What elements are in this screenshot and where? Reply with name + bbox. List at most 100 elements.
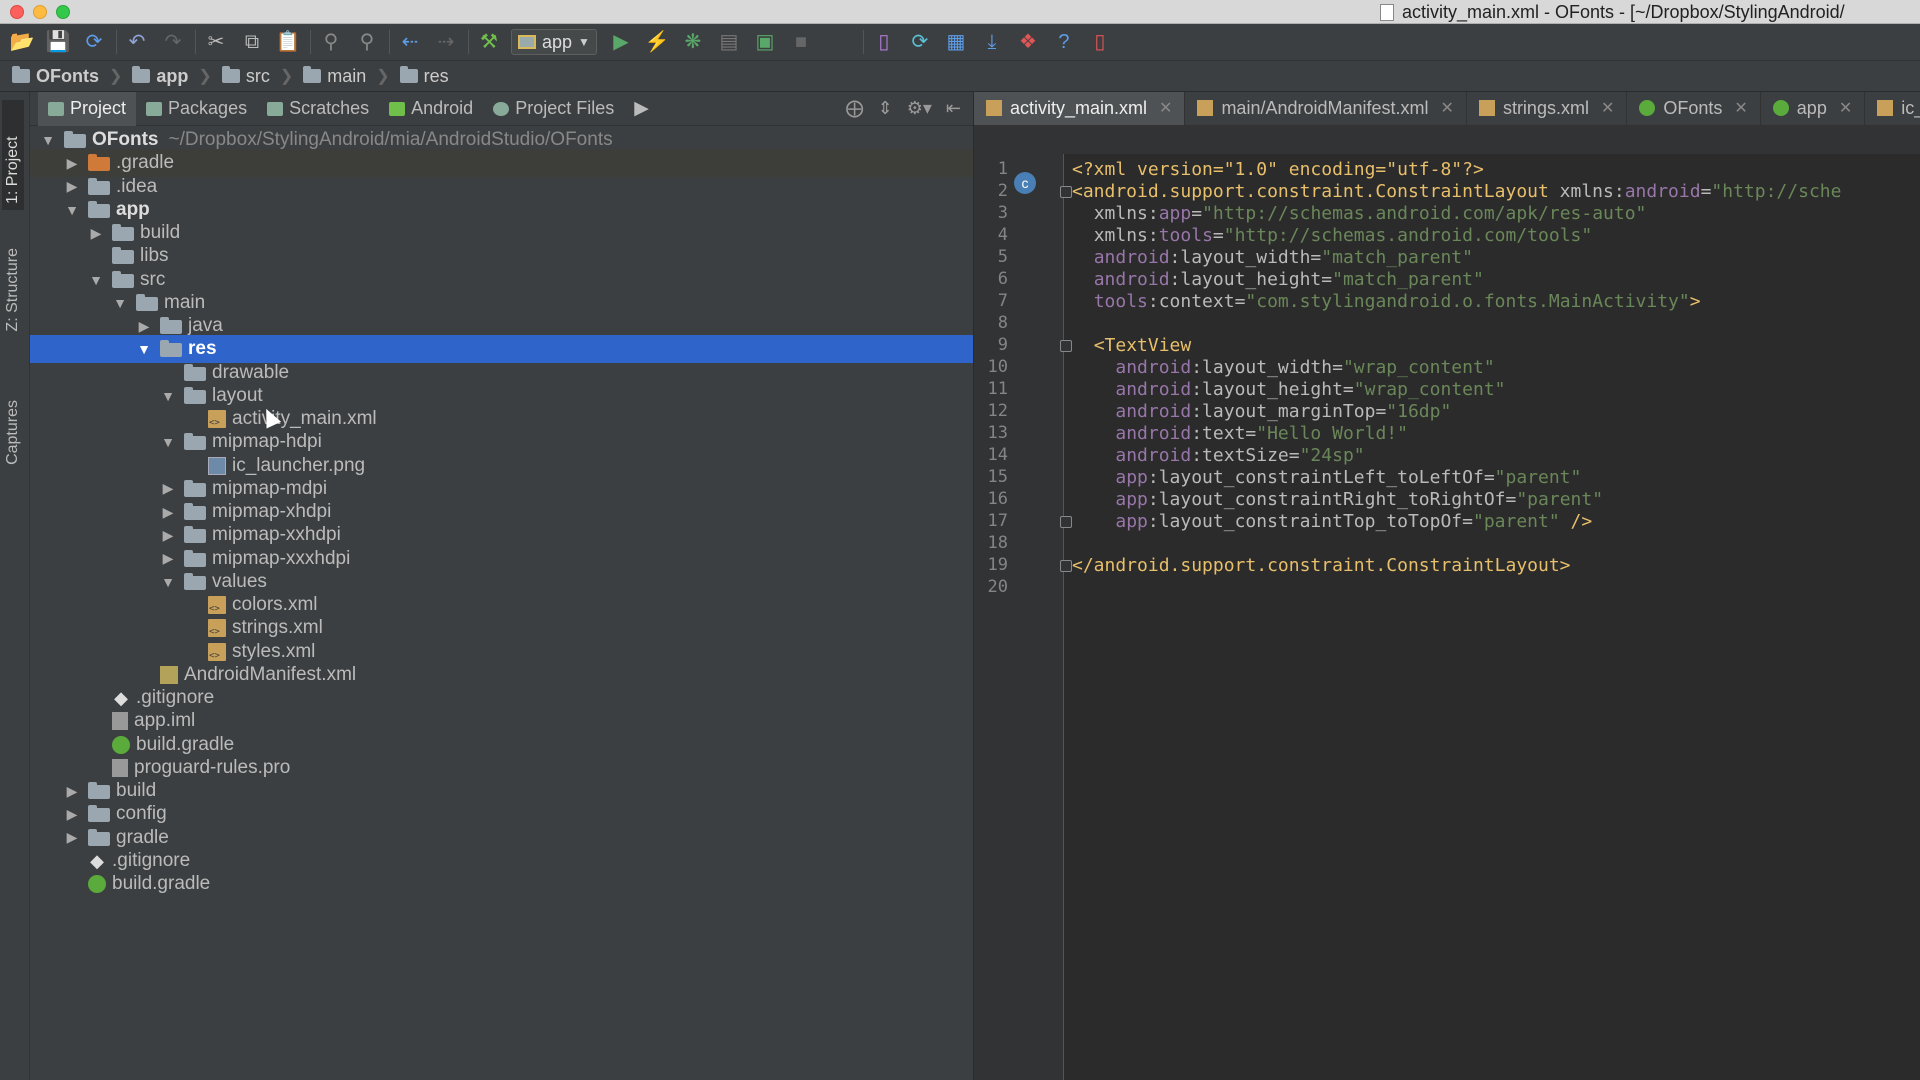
- tab-project-files[interactable]: Project Files: [483, 92, 624, 126]
- expand-arrow-right-icon[interactable]: ▶: [62, 806, 82, 823]
- stop-icon[interactable]: ■: [787, 28, 815, 56]
- debug-icon[interactable]: ❋: [679, 28, 707, 56]
- expand-arrow-right-icon[interactable]: ▶: [134, 318, 154, 335]
- editor-tab[interactable]: main/AndroidManifest.xml ✕: [1185, 92, 1467, 125]
- tree-item-label: drawable: [212, 361, 290, 383]
- breadcrumb-item-res[interactable]: res: [399, 66, 449, 87]
- close-tab-icon[interactable]: ✕: [1734, 98, 1747, 118]
- expand-arrow-down-icon[interactable]: ▼: [134, 341, 154, 357]
- fold-marker-icon[interactable]: [1060, 340, 1072, 352]
- attach-debugger-icon[interactable]: ▣: [751, 28, 779, 56]
- expand-arrow-right-icon[interactable]: ▶: [158, 480, 178, 497]
- replace-icon[interactable]: ⚲: [353, 28, 381, 56]
- gradle-file-icon: [88, 875, 106, 893]
- close-tab-icon[interactable]: ✕: [1601, 98, 1614, 118]
- close-tab-icon[interactable]: ✕: [1441, 98, 1454, 118]
- breadcrumb-item-main[interactable]: main: [303, 66, 366, 87]
- code-line: app:layout_constraintTop_toTopOf="parent…: [1072, 511, 1592, 533]
- project-structure-icon[interactable]: ▦: [942, 28, 970, 56]
- editor-tab[interactable]: ic_: [1865, 92, 1920, 125]
- breadcrumb-item-src[interactable]: src: [221, 66, 270, 87]
- tree-item-label: java: [188, 315, 223, 336]
- profile-icon[interactable]: ▤: [715, 28, 743, 56]
- code-token: android: [1115, 379, 1192, 400]
- window-close-button[interactable]: [10, 5, 24, 19]
- open-folder-icon[interactable]: 📂: [8, 28, 36, 56]
- sdk-manager-icon[interactable]: ⤓: [978, 28, 1006, 56]
- hide-panel-icon[interactable]: ⇤: [946, 98, 961, 119]
- fold-marker-icon[interactable]: [1060, 186, 1072, 198]
- tool-window-project[interactable]: 1: Project: [2, 100, 24, 210]
- make-project-hammer-icon[interactable]: ⚒: [475, 28, 503, 56]
- expand-arrow-right-icon[interactable]: ▶: [158, 504, 178, 521]
- expand-arrow-down-icon[interactable]: ▼: [158, 388, 178, 404]
- navigation-breadcrumb: OFonts ❯ app ❯ src ❯ main ❯ res: [0, 60, 1920, 92]
- fold-marker-icon[interactable]: [1060, 516, 1072, 528]
- code-line: <TextView: [1072, 335, 1192, 357]
- window-minimize-button[interactable]: [33, 5, 47, 19]
- expand-arrow-right-icon[interactable]: ▶: [86, 225, 106, 242]
- android-device-monitor-icon[interactable]: ❖: [1014, 28, 1042, 56]
- save-all-icon[interactable]: 💾: [44, 28, 72, 56]
- editor-tabs: activity_main.xml ✕ main/AndroidManifest.x…: [974, 92, 1920, 126]
- expand-arrow-right-icon[interactable]: ▶: [158, 527, 178, 544]
- expand-arrow-down-icon[interactable]: ▼: [62, 202, 82, 218]
- fold-marker-icon[interactable]: [1060, 560, 1072, 572]
- tool-window-captures[interactable]: Captures: [2, 394, 24, 471]
- expand-arrow-down-icon[interactable]: ▼: [38, 132, 58, 148]
- help-icon[interactable]: ?: [1050, 28, 1078, 56]
- forward-arrow-icon[interactable]: ⇢: [432, 28, 460, 56]
- tab-packages[interactable]: Packages: [136, 92, 257, 126]
- tab-scratches[interactable]: Scratches: [257, 92, 379, 126]
- tree-item[interactable]: build.gradle: [30, 870, 973, 898]
- settings-gear-icon[interactable]: ⚙▾: [907, 98, 932, 119]
- tab-project[interactable]: Project: [38, 91, 137, 126]
- expand-arrow-down-icon[interactable]: ▼: [110, 295, 130, 311]
- tree-item-label: app: [116, 198, 150, 220]
- expand-arrow-right-icon[interactable]: ▶: [62, 783, 82, 800]
- run-icon[interactable]: ▶: [607, 28, 635, 56]
- tool-window-structure[interactable]: Z: Structure: [2, 242, 24, 338]
- more-tabs-arrow-icon[interactable]: ▶: [634, 97, 649, 120]
- scroll-from-source-icon[interactable]: ⨁: [846, 98, 864, 119]
- code-line: </android.support.constraint.ConstraintL…: [1072, 555, 1571, 577]
- window-maximize-button[interactable]: [56, 5, 70, 19]
- class-marker-icon[interactable]: c: [1014, 172, 1036, 194]
- tab-android[interactable]: Android: [379, 92, 483, 126]
- editor-tab[interactable]: app ✕: [1761, 92, 1866, 125]
- expand-arrow-down-icon[interactable]: ▼: [158, 434, 178, 450]
- breadcrumb-item-ofonts[interactable]: OFonts: [12, 66, 99, 87]
- avd-manager-icon[interactable]: ▯: [870, 28, 898, 56]
- undo-icon[interactable]: ↶: [123, 28, 151, 56]
- back-arrow-icon[interactable]: ⇠: [396, 28, 424, 56]
- tree-item-label: activity_main.xml: [232, 408, 377, 429]
- cut-icon[interactable]: ✂: [202, 28, 230, 56]
- expand-arrow-right-icon[interactable]: ▶: [62, 178, 82, 195]
- collapse-all-icon[interactable]: ⇕: [878, 98, 893, 119]
- tree-item-label: .gitignore: [136, 687, 215, 708]
- close-tab-icon[interactable]: ✕: [1839, 98, 1852, 118]
- run-configuration-select[interactable]: app ▼: [511, 29, 597, 55]
- code-editor[interactable]: <?xml version="1.0" encoding="utf-8"?> <a…: [1072, 154, 1920, 1080]
- copy-icon[interactable]: ⧉: [238, 28, 266, 56]
- editor-tab[interactable]: activity_main.xml ✕: [974, 92, 1186, 125]
- synchronize-icon[interactable]: ⟳: [80, 28, 108, 56]
- redo-icon[interactable]: ↷: [159, 28, 187, 56]
- tree-item-label: .gradle: [116, 152, 175, 174]
- breadcrumb-item-app[interactable]: app: [132, 66, 188, 87]
- editor-tab[interactable]: OFonts ✕: [1627, 92, 1761, 125]
- paste-icon[interactable]: 📋: [274, 28, 302, 56]
- device-file-explorer-icon[interactable]: ▯: [1086, 28, 1114, 56]
- expand-arrow-right-icon[interactable]: ▶: [62, 155, 82, 172]
- editor-tab[interactable]: strings.xml ✕: [1467, 92, 1628, 125]
- apply-changes-icon[interactable]: ⚡: [643, 28, 671, 56]
- find-icon[interactable]: ⚲: [317, 28, 345, 56]
- tree-item-label: build.gradle: [112, 873, 211, 894]
- code-token: =: [1212, 225, 1224, 246]
- expand-arrow-right-icon[interactable]: ▶: [158, 550, 178, 567]
- expand-arrow-right-icon[interactable]: ▶: [62, 829, 82, 846]
- expand-arrow-down-icon[interactable]: ▼: [86, 272, 106, 288]
- close-tab-icon[interactable]: ✕: [1159, 98, 1172, 118]
- expand-arrow-down-icon[interactable]: ▼: [158, 574, 178, 590]
- sync-gradle-icon[interactable]: ⟳: [906, 28, 934, 56]
